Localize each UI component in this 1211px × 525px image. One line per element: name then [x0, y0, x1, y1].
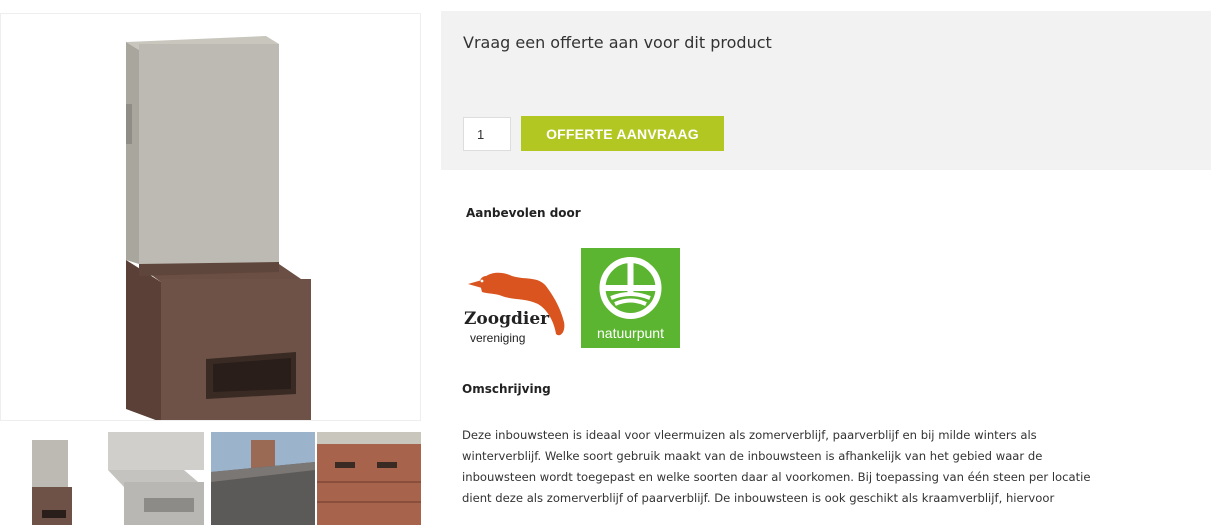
recommended-heading: Aanbevolen door	[466, 206, 581, 220]
svg-text:natuurpunt: natuurpunt	[597, 325, 664, 341]
quote-request-button[interactable]: OFFERTE AANVRAAG	[521, 116, 724, 151]
description-line: dient deze als zomerverblijf of paarverb…	[462, 491, 1055, 505]
thumbnail-4[interactable]	[317, 432, 421, 525]
quote-request-panel: Vraag een offerte aan voor dit product O…	[441, 11, 1211, 170]
description-heading: Omschrijving	[462, 382, 551, 396]
description-line: inbouwsteen wordt toegepast en welke soo…	[462, 470, 1091, 484]
svg-text:vereniging: vereniging	[470, 331, 525, 345]
thumbnail-1[interactable]	[0, 432, 102, 525]
description-text: Deze inbouwsteen is ideaal voor vleermui…	[462, 425, 1207, 509]
thumbnail-3[interactable]	[211, 432, 315, 525]
quantity-input[interactable]	[463, 117, 511, 151]
natuurpunt-logo: natuurpunt	[581, 248, 680, 348]
product-gallery	[0, 0, 421, 525]
svg-text:Zoogdier: Zoogdier	[464, 309, 550, 329]
quote-request-title: Vraag een offerte aan voor dit product	[463, 33, 772, 52]
product-main-image[interactable]	[0, 13, 421, 421]
description-line: Deze inbouwsteen is ideaal voor vleermui…	[462, 428, 1037, 442]
description-line: winterverblijf. Welke soort gebruik maak…	[462, 449, 1043, 463]
thumbnail-2[interactable]	[104, 432, 208, 525]
zoogdier-vereniging-logo: Zoogdier vereniging	[460, 262, 572, 350]
thumbnail-strip	[0, 432, 421, 525]
